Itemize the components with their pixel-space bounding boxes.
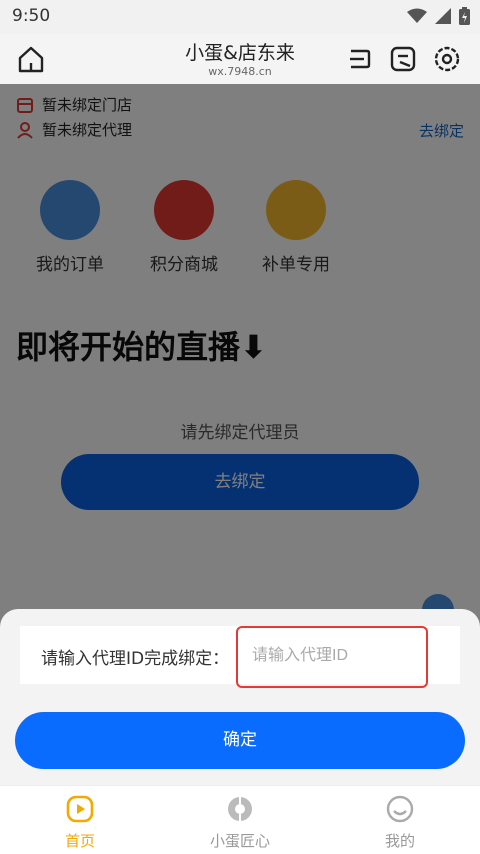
nav-actions (344, 44, 462, 74)
agent-id-label: 请输入代理ID完成绑定： (41, 649, 230, 669)
status-bar: 9:50 (0, 0, 480, 34)
smile-icon (386, 795, 414, 823)
input-highlight-box (236, 626, 428, 688)
tab-profile[interactable]: 我的 (350, 794, 450, 851)
bottom-tab-bar: 首页 小蛋匠心 我的 (0, 785, 480, 854)
battery-icon (459, 7, 470, 25)
scan-icon (390, 46, 416, 72)
tab-label: 小蛋匠心 (209, 832, 270, 850)
aperture-icon (228, 797, 252, 821)
status-time: 9:50 (12, 6, 51, 26)
wifi-icon (407, 8, 427, 23)
system-icons (407, 7, 470, 25)
menu-icon (350, 49, 371, 69)
top-nav-bar: 小蛋&店东来 wx.7948.cn (0, 34, 480, 84)
tab-home[interactable]: 首页 (30, 794, 130, 851)
menu-button[interactable] (344, 44, 374, 74)
confirm-button[interactable]: 确定 (15, 712, 465, 769)
play-icon (66, 795, 94, 823)
tab-label: 我的 (384, 832, 415, 850)
signal-icon (435, 8, 451, 24)
tab-label: 首页 (64, 832, 95, 850)
tab-craft[interactable]: 小蛋匠心 (190, 794, 290, 851)
settings-button[interactable] (432, 44, 462, 74)
gear-icon (434, 46, 460, 72)
scan-button[interactable] (388, 44, 418, 74)
